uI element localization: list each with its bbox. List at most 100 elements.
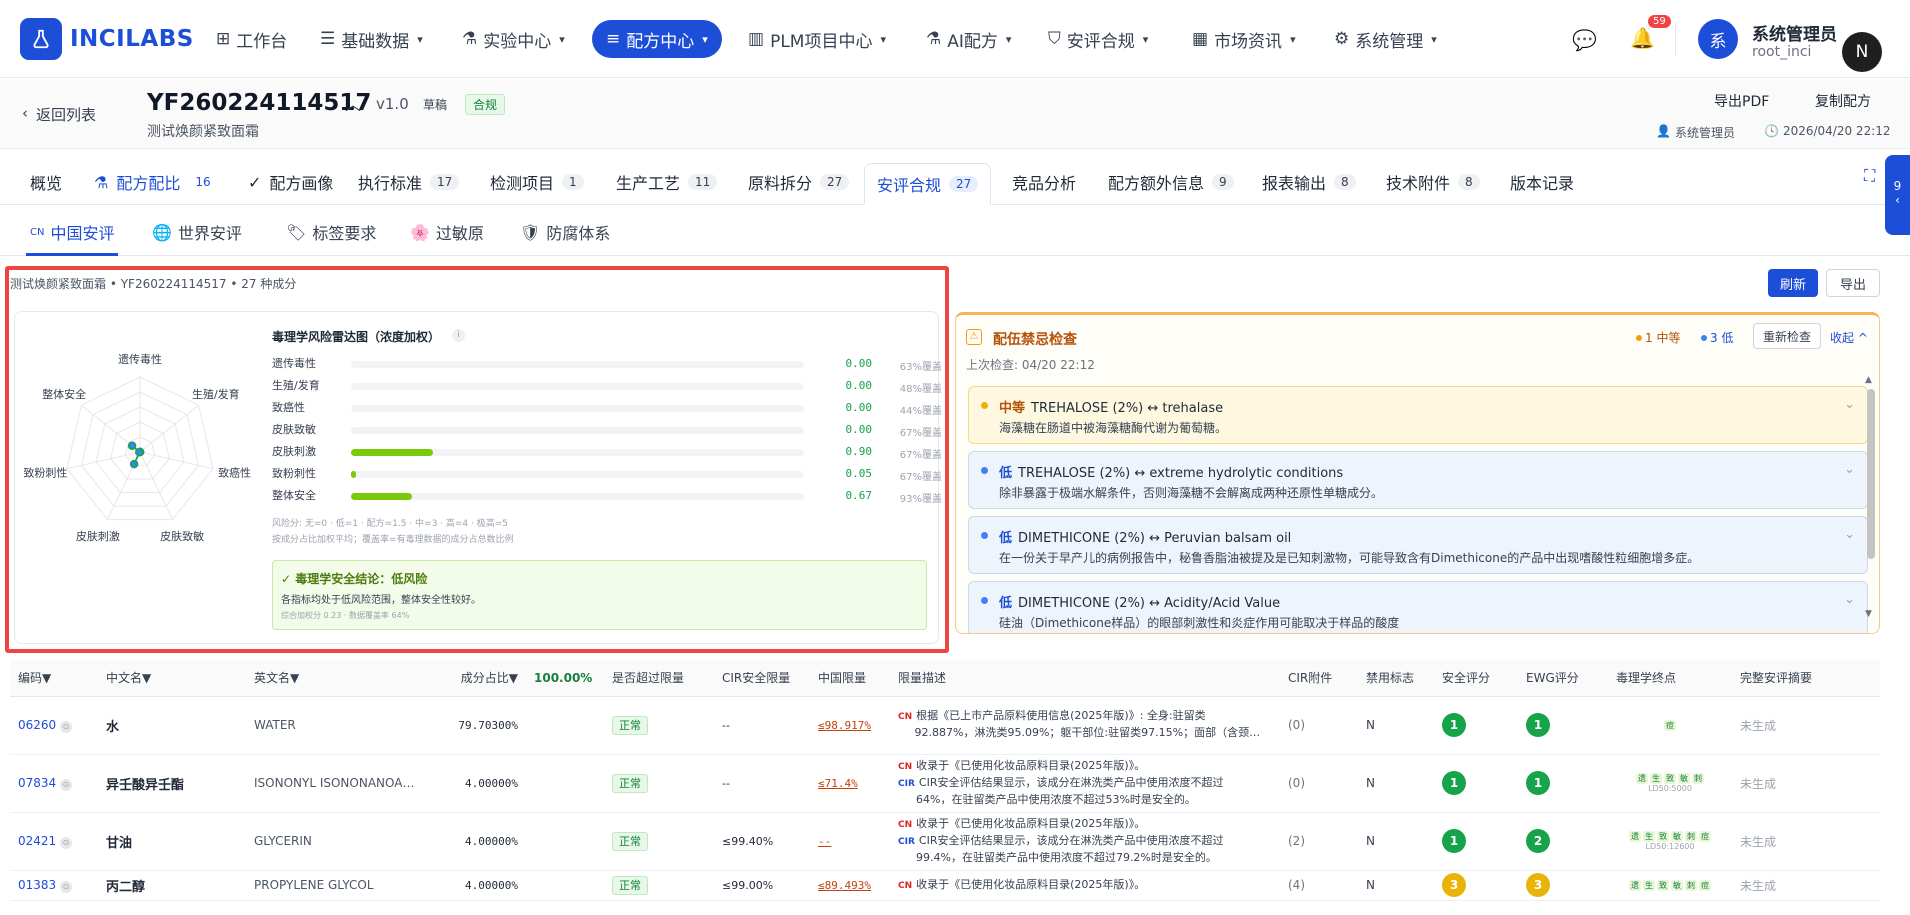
tab-report[interactable]: 报表输出 8 xyxy=(1250,164,1368,200)
tab-formula-ratio[interactable]: ⚗ 配方配比 16 xyxy=(82,164,230,200)
conflict-item[interactable]: 低 DIMETHICONE (2%) ↔ Acidity/Acid Value 硅… xyxy=(968,581,1868,633)
cir-attachment[interactable]: (2) xyxy=(1280,812,1358,871)
nav-ai-formula[interactable]: ⚗ AI配方 ▾ xyxy=(918,20,1019,58)
table-row[interactable]: 07834 ⊙ 异壬酸异壬酯 ISONONYL ISONONANOA… 4.00000… xyxy=(10,754,1880,813)
tab-extra-info[interactable]: 配方额外信息 9 xyxy=(1096,164,1246,200)
tab-material-split[interactable]: 原料拆分 27 xyxy=(736,164,861,200)
subtab-label-req[interactable]: 🏷 标签要求 xyxy=(286,220,376,244)
export-button[interactable]: 导出 xyxy=(1826,269,1880,297)
status-badge: 正常 xyxy=(612,774,648,793)
nav-system-admin[interactable]: ⚙ 系统管理 ▾ xyxy=(1326,20,1445,58)
header-safety: 安全评分 xyxy=(1434,660,1518,697)
database-icon: ☰ xyxy=(320,29,336,49)
chevron-up-icon[interactable]: ︿ xyxy=(345,91,361,115)
tab-versions[interactable]: 版本记录 xyxy=(1498,164,1586,200)
scroll-down-icon[interactable]: ▼ xyxy=(1865,609,1872,619)
subtab-china[interactable]: CN 中国安评 xyxy=(30,220,114,244)
header-en-name[interactable]: 英文名▼ xyxy=(246,660,446,697)
nav-safety-compliance[interactable]: ⛉ 安评合规 ▾ xyxy=(1040,20,1156,58)
risk-coverage: 67%覆盖 xyxy=(899,428,942,439)
nav-lab-center[interactable]: ⚗ 实验中心 ▾ xyxy=(454,20,573,58)
table-row[interactable]: 06260 ⊙ 水 WATER 79.70300% 正常 -- ≤98.917% CN 根据《已… xyxy=(10,696,1880,755)
conflict-item[interactable]: 中等 TREHALOSE (2%) ↔ trehalase 海藻糖在肠道中被海藻糖… xyxy=(968,386,1868,444)
copy-icon[interactable]: ⊙ xyxy=(60,880,73,893)
tab-label: 配方画像 xyxy=(269,174,334,193)
nav-base-data[interactable]: ☰ 基础数据 ▾ xyxy=(312,20,431,58)
china-limit[interactable]: -- xyxy=(818,835,831,848)
tab-test-items[interactable]: 检测项目 1 xyxy=(478,164,596,200)
tab-production[interactable]: 生产工艺 11 xyxy=(604,164,729,200)
header-cn-name[interactable]: 中文名▼ xyxy=(98,660,246,697)
ratio: 4.00000% xyxy=(446,754,526,813)
tab-standards[interactable]: 执行标准 17 xyxy=(346,164,471,200)
subtab-world[interactable]: 🌐 世界安评 xyxy=(152,220,242,244)
app-name[interactable]: INCILABS xyxy=(70,26,194,52)
avatar[interactable]: 系 xyxy=(1698,19,1738,59)
ingredient-code[interactable]: 02421 xyxy=(18,834,56,848)
chevron-down-icon[interactable]: ⌄ xyxy=(1844,462,1855,477)
chevron-down-icon[interactable]: ⌄ xyxy=(1844,527,1855,542)
tab-overview[interactable]: 概览 xyxy=(18,164,74,200)
clock-icon: 🕓 xyxy=(1764,124,1779,138)
summary-status[interactable]: 未生成 xyxy=(1732,870,1880,901)
back-button[interactable]: ‹ 返回列表 xyxy=(22,104,96,125)
china-limit[interactable]: ≤98.917% xyxy=(818,719,871,732)
subtab-allergen[interactable]: 🌸 过敏原 xyxy=(410,220,484,244)
export-pdf-button[interactable]: 导出PDF xyxy=(1714,91,1769,111)
radar-axis-label: 皮肤致敏 xyxy=(160,529,204,543)
copy-icon[interactable]: ⊙ xyxy=(60,720,73,733)
conflict-desc: 海藻糖在肠道中被海藻糖酶代谢为葡萄糖。 xyxy=(999,421,1228,435)
bell-icon[interactable]: 🔔 xyxy=(1630,26,1655,50)
info-icon[interactable]: i xyxy=(452,329,465,342)
recheck-button[interactable]: 重新检查 xyxy=(1753,323,1821,349)
summary-status[interactable]: 未生成 xyxy=(1732,696,1880,755)
summary-status[interactable]: 未生成 xyxy=(1732,754,1880,813)
nav-formula-center[interactable]: ≡ 配方中心 ▾ xyxy=(592,20,722,58)
nav-market-info[interactable]: ▦ 市场资讯 ▾ xyxy=(1184,20,1304,58)
cir-attachment[interactable]: (4) xyxy=(1280,870,1358,901)
conflict-item[interactable]: 低 DIMETHICONE (2%) ↔ Peruvian balsam oil … xyxy=(968,516,1868,574)
radar-point[interactable] xyxy=(135,447,144,457)
radar-point[interactable] xyxy=(129,459,139,469)
chevron-down-icon[interactable]: ⌄ xyxy=(1844,397,1855,412)
tab-attachments[interactable]: 技术附件 8 xyxy=(1374,164,1492,200)
ingredient-code[interactable]: 07834 xyxy=(18,776,56,790)
china-limit[interactable]: ≤89.493% xyxy=(818,879,871,892)
radar-point[interactable] xyxy=(127,441,137,450)
ingredient-code[interactable]: 06260 xyxy=(18,718,56,732)
scrollbar[interactable] xyxy=(1867,389,1875,559)
nav-workbench[interactable]: ⊞ 工作台 xyxy=(208,20,295,58)
tab-competitor[interactable]: 竞品分析 xyxy=(1000,164,1088,200)
header-code[interactable]: 编码▼ xyxy=(10,660,98,697)
collapse-button[interactable]: 收起 ^ xyxy=(1830,329,1868,346)
summary-status[interactable]: 未生成 xyxy=(1732,812,1880,871)
cn-flag-icon: CN xyxy=(30,226,45,238)
chevron-down-icon[interactable]: ⌄ xyxy=(1844,592,1855,607)
tab-count: 11 xyxy=(688,174,718,190)
conflict-item[interactable]: 低 TREHALOSE (2%) ↔ extreme hydrolytic con… xyxy=(968,451,1868,509)
cir-attachment[interactable]: (0) xyxy=(1280,754,1358,813)
table-row[interactable]: 02421 ⊙ 甘油 GLYCERIN 4.00000% 正常 ≤99.40% -- CN 收录… xyxy=(10,812,1880,871)
tab-formula-profile[interactable]: ✓ 配方画像 xyxy=(236,164,345,200)
copy-formula-button[interactable]: 复制配方 xyxy=(1815,91,1871,111)
table-row[interactable]: 01383 ⊙ 丙二醇 PROPYLENE GLYCOL 4.00000% 正常 ≤99.… xyxy=(10,870,1880,901)
cir-attachment[interactable]: (0) xyxy=(1280,696,1358,755)
fullscreen-icon[interactable]: ⛶ xyxy=(1864,166,1875,186)
refresh-button[interactable]: 刷新 xyxy=(1768,269,1818,297)
tox-tag: 遗 xyxy=(1629,831,1641,842)
header-ratio[interactable]: 成分占比▼ xyxy=(446,660,526,697)
tab-safety-compliance[interactable]: 安评合规 27 xyxy=(864,163,992,205)
conclusion-text: 各指标均处于低风险范围，整体安全性较好。 xyxy=(281,595,481,606)
scroll-up-icon[interactable]: ▲ xyxy=(1865,375,1872,385)
china-limit[interactable]: ≤71.4% xyxy=(818,777,858,790)
ingredient-table: 编码▼ 中文名▼ 英文名▼ 成分占比▼ 100.00% 是否超过限量 CIR安全… xyxy=(10,660,1880,901)
chat-icon[interactable]: 💬 xyxy=(1572,28,1597,52)
copy-icon[interactable]: ⊙ xyxy=(60,778,73,791)
copy-icon[interactable]: ⊙ xyxy=(60,836,73,849)
conflict-level: 低 xyxy=(999,466,1013,481)
subtab-preservative[interactable]: 🛡 防腐体系 xyxy=(520,220,610,244)
nav-plm[interactable]: ▥ PLM项目中心 ▾ xyxy=(740,20,894,58)
ingredient-code[interactable]: 01383 xyxy=(18,878,56,892)
header-tox: 毒理学终点 xyxy=(1608,660,1732,697)
floating-avatar[interactable]: N xyxy=(1842,32,1882,72)
